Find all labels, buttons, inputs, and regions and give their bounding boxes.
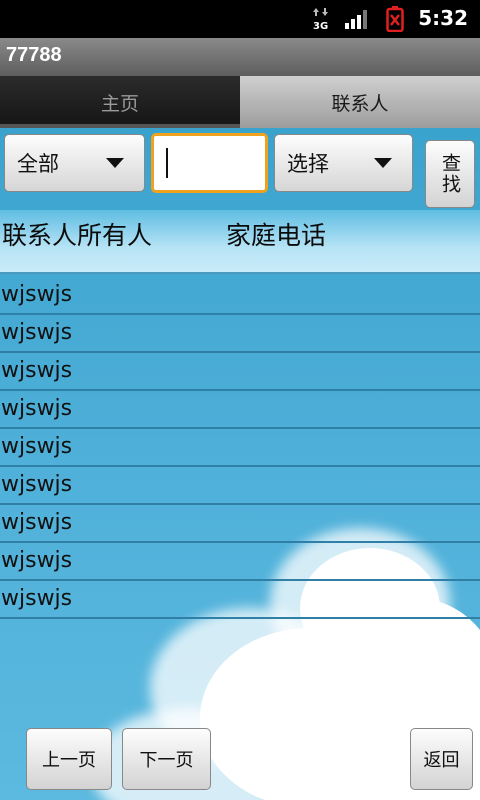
table-row[interactable]: wjswjs [0,466,480,505]
row-owner: wjswjs [1,510,73,535]
row-owner: wjswjs [1,586,73,611]
signal-strength-icon [345,9,369,33]
status-clock: 5:32 [418,6,468,30]
column-header-home-phone: 家庭电话 [226,221,327,250]
row-owner: wjswjs [1,472,73,497]
table-row[interactable]: wjswjs [0,504,480,543]
back-button[interactable]: 返回 [410,728,473,790]
tab-label: 联系人 [331,92,389,115]
tab-bar: 主页 联系人 [0,76,480,128]
select-value: 选择 [287,152,329,176]
table-row[interactable]: wjswjs [0,580,480,619]
main-content: 全部 选择 查找 联系人所有人 家庭电话 wjswjs wjswjs wjswj… [0,128,480,800]
search-button[interactable]: 查找 [425,140,475,208]
battery-alert-icon [386,6,404,36]
dropdown-arrow-icon [374,158,392,168]
table-header: 联系人所有人 家庭电话 [0,210,480,274]
title-bar: 77788 [0,38,480,76]
row-owner: wjswjs [1,320,73,345]
next-page-button[interactable]: 下一页 [122,728,211,790]
row-owner: wjswjs [1,434,73,459]
tab-label: 主页 [100,92,139,115]
row-owner: wjswjs [1,282,73,307]
filter-dropdown[interactable]: 全部 [4,134,145,192]
table-row[interactable]: wjswjs [0,428,480,467]
row-owner: wjswjs [1,396,73,421]
3g-data-icon: 3G [312,8,330,34]
column-header-owner: 联系人所有人 [2,221,153,250]
search-input[interactable] [151,133,268,193]
tab-contacts[interactable]: 联系人 [240,76,480,128]
text-cursor [166,148,168,178]
table-row[interactable]: wjswjs [0,390,480,429]
table-row[interactable]: wjswjs [0,542,480,581]
row-owner: wjswjs [1,548,73,573]
svg-text:3G: 3G [313,21,328,30]
app-title: 77788 [6,44,62,66]
table-row[interactable]: wjswjs [0,314,480,353]
tab-home[interactable]: 主页 [0,76,241,128]
select-dropdown[interactable]: 选择 [274,134,413,192]
filter-value: 全部 [17,152,59,176]
table-row[interactable]: wjswjs [0,276,480,315]
search-toolbar: 全部 选择 查找 [0,128,480,208]
table-row[interactable]: wjswjs [0,352,480,391]
status-bar: 3G 5:32 [0,0,480,38]
prev-page-button[interactable]: 上一页 [26,728,112,790]
dropdown-arrow-icon [106,158,124,168]
row-owner: wjswjs [1,358,73,383]
